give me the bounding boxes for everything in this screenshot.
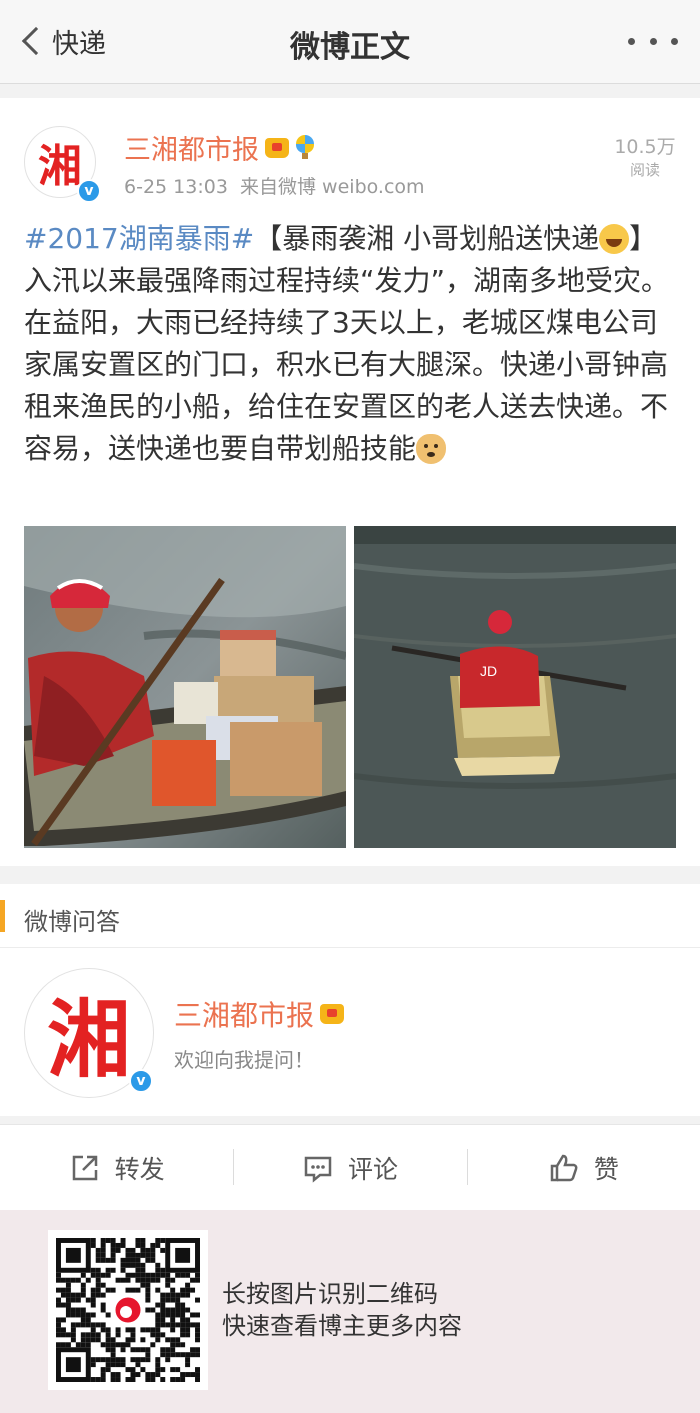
comment-icon <box>304 1156 332 1183</box>
page-title: 微博正文 <box>290 30 410 65</box>
post-body: #2017湖南暴雨#【暴雨袭湘 小哥划船送快递 】入汛以来最强降雨过程持续“发力”… <box>24 218 680 470</box>
qr-code[interactable] <box>48 1230 208 1390</box>
qa-author-name-text: 三湘都市报 <box>174 999 315 1032</box>
navigation-bar: 快递 微博正文 <box>0 0 700 84</box>
qa-title: 微博问答 <box>24 908 120 936</box>
read-count-label: 阅读 <box>629 161 660 179</box>
qa-subtitle: 欢迎向我提问！ <box>174 1048 314 1072</box>
post-image-2-graphic: JD <box>354 526 676 848</box>
laughing-crying-emoji-icon <box>599 224 630 254</box>
comment-label: 评论 <box>347 1154 398 1184</box>
repost-button[interactable]: 转发 <box>0 1125 233 1210</box>
qr-caption-line1: 长按图片识别二维码 <box>222 1280 438 1308</box>
verified-badge-icon: v <box>77 179 101 203</box>
author-name[interactable]: 三湘都市报 <box>124 128 315 167</box>
qa-avatar[interactable]: 湘 v <box>24 968 154 1098</box>
post-image-1[interactable] <box>24 526 346 848</box>
balloon-badge-icon <box>295 134 315 161</box>
like-button[interactable]: 赞 <box>466 1125 700 1210</box>
action-bar: 转发 评论 赞 <box>0 1124 700 1210</box>
crown-badge-icon <box>320 1004 345 1024</box>
read-count-number: 10.5万 <box>614 136 676 158</box>
post-meta: 6-25 13:03 来自微博 weibo.com <box>124 172 425 199</box>
verified-badge-icon: v <box>129 1069 153 1093</box>
post-text-part1: 【暴雨袭湘 小哥划船送快递 <box>254 222 600 255</box>
jd-logo: JD <box>480 663 497 679</box>
qa-section: 微博问答 湘 v 三湘都市报 欢迎向我提问！ <box>0 884 700 1116</box>
more-dot <box>671 37 678 45</box>
qa-accent-bar <box>0 900 5 932</box>
qa-avatar-frame: 湘 <box>31 975 147 1091</box>
avatar-glyph: 湘 <box>38 141 82 191</box>
thumbs-up-icon <box>550 1154 578 1181</box>
post-source: 来自微博 weibo.com <box>240 176 425 198</box>
qr-caption: 长按图片识别二维码 快速查看博主更多内容 <box>222 1278 462 1342</box>
more-dots-icon <box>628 37 635 45</box>
author-name-text: 三湘都市报 <box>124 135 259 166</box>
qr-caption-line2: 快速查看博主更多内容 <box>222 1312 462 1340</box>
post-image-2[interactable]: JD <box>354 526 676 848</box>
doge-emoji-icon <box>416 434 447 464</box>
author-avatar[interactable]: 湘 v <box>24 126 101 203</box>
repost-label: 转发 <box>114 1154 165 1184</box>
crown-badge-icon <box>265 137 289 158</box>
qa-author-name[interactable]: 三湘都市报 <box>174 994 345 1034</box>
like-label: 赞 <box>593 1154 619 1184</box>
post-image-1-graphic <box>24 526 346 848</box>
qr-area: 长按图片识别二维码 快速查看博主更多内容 <box>0 1210 700 1413</box>
post-text-part2: 】入汛以来最强降雨过程持续“发力”，湖南多地受灾。在益阳，大雨已经持续了3天以上… <box>24 222 670 465</box>
repost-icon <box>72 1155 97 1180</box>
comment-button[interactable]: 评论 <box>233 1125 466 1210</box>
qa-avatar-glyph: 湘 <box>46 990 131 1089</box>
more-dot <box>649 37 657 45</box>
qa-header: 微博问答 <box>0 884 700 948</box>
post-timestamp: 6-25 13:03 <box>124 176 228 198</box>
more-button[interactable] <box>628 28 678 54</box>
qr-code-graphic <box>56 1238 200 1382</box>
read-count: 10.5万 阅读 <box>610 132 680 180</box>
hashtag-link[interactable]: #2017湖南暴雨# <box>24 222 254 255</box>
